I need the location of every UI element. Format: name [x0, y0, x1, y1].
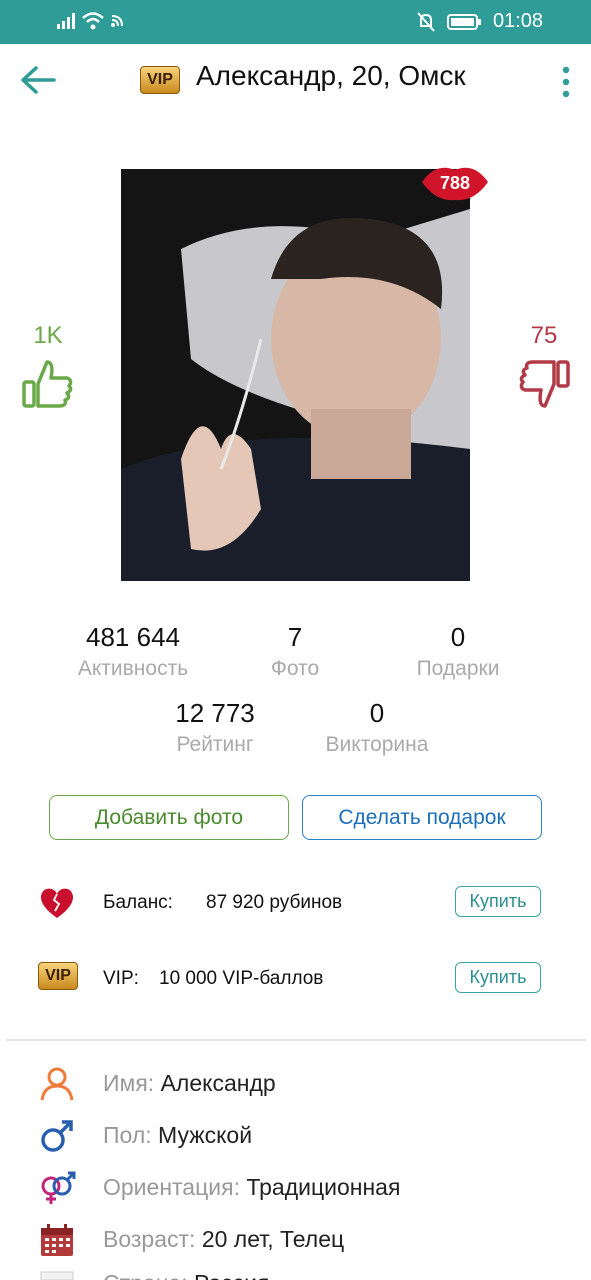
name-label: Имя: — [103, 1070, 155, 1096]
likes-control[interactable]: 1K — [18, 322, 78, 415]
vip-value: 10 000 VIP-баллов — [159, 968, 324, 989]
name-value: Александр — [160, 1070, 276, 1096]
profile-photo[interactable] — [121, 169, 470, 581]
lips-kiss-icon[interactable]: 788 — [418, 160, 492, 204]
vip-icon: VIP — [38, 962, 78, 990]
stat-quiz: 0 Викторина — [292, 698, 462, 757]
country-label: Страна: — [103, 1270, 188, 1280]
stat-value: 481 644 — [86, 622, 180, 652]
divider — [6, 1039, 586, 1041]
info-gender: Пол: Мужской — [0, 1116, 591, 1156]
info-country: Страна: Россия — [0, 1264, 591, 1280]
status-icons — [56, 12, 124, 30]
calendar-icon — [41, 1224, 73, 1256]
stat-value: 0 — [369, 698, 385, 728]
age-label: Возраст: — [103, 1226, 196, 1252]
balance-value: 87 920 рубинов — [206, 892, 343, 913]
info-name: Имя: Александр — [0, 1064, 591, 1104]
orientation-value: Традиционная — [246, 1174, 401, 1200]
broken-heart-icon — [40, 888, 74, 918]
person-icon — [40, 1067, 74, 1101]
info-orientation: Ориентация: Традиционная — [0, 1168, 591, 1208]
stat-rating: 12 773 Рейтинг — [130, 698, 300, 757]
orientation-label: Ориентация: — [103, 1174, 240, 1200]
thumbs-down-icon — [519, 360, 570, 408]
vip-row: VIP VIP: 10 000 VIP-баллов Купить — [0, 960, 591, 1000]
russia-flag-icon — [40, 1271, 74, 1280]
nfc-icon — [111, 15, 123, 27]
stat-activity: 481 644 Активность — [48, 622, 218, 681]
stat-value: 7 — [287, 622, 303, 652]
balance-label: Баланс: — [103, 892, 173, 913]
stat-value: 12 773 — [175, 698, 255, 728]
stat-label: Рейтинг — [176, 733, 254, 756]
dislikes-count: 75 — [530, 322, 558, 349]
battery-icon — [446, 13, 481, 30]
signal-icon — [57, 13, 75, 29]
stat-gifts[interactable]: 0 Подарки — [373, 622, 543, 681]
add-photo-button[interactable]: Добавить фото — [49, 795, 289, 840]
stat-label: Активность — [77, 657, 189, 680]
vip-badge: VIP — [140, 66, 180, 94]
status-bar: 01:08 — [0, 0, 591, 44]
lips-count: 788 — [440, 173, 470, 193]
dislikes-control[interactable]: 75 — [514, 322, 574, 415]
profile-photo-image — [121, 169, 470, 581]
country-value: Россия — [194, 1270, 269, 1280]
buy-rubies-button[interactable]: Купить — [455, 886, 541, 917]
thumbs-up-icon — [22, 360, 73, 408]
status-time: 01:08 — [492, 10, 543, 32]
male-symbol-icon — [41, 1120, 73, 1152]
stat-label: Викторина — [325, 733, 429, 756]
make-gift-button[interactable]: Сделать подарок — [302, 795, 542, 840]
mute-icon — [417, 11, 435, 32]
stat-label: Подарки — [416, 657, 500, 680]
gender-value: Мужской — [158, 1122, 253, 1148]
stat-value: 0 — [450, 622, 466, 652]
info-age: Возраст: 20 лет, Телец — [0, 1220, 591, 1260]
balance-row: Баланс: 87 920 рубинов Купить — [0, 884, 591, 924]
stat-photos[interactable]: 7 Фото — [210, 622, 380, 681]
orientation-icon — [41, 1171, 76, 1204]
status-right: 01:08 — [417, 10, 543, 33]
gender-label: Пол: — [103, 1122, 152, 1148]
stat-label: Фото — [270, 657, 320, 680]
back-arrow-icon[interactable] — [18, 62, 58, 98]
profile-title: Александр, 20, Омск — [196, 60, 466, 91]
likes-count: 1K — [33, 322, 63, 349]
vip-label: VIP: — [103, 968, 139, 989]
buy-vip-button[interactable]: Купить — [455, 962, 541, 993]
profile-header: VIP Александр, 20, Омск — [0, 44, 591, 116]
wifi-icon — [82, 12, 104, 30]
more-menu-icon[interactable] — [559, 64, 573, 100]
age-value: 20 лет, Телец — [201, 1226, 345, 1252]
